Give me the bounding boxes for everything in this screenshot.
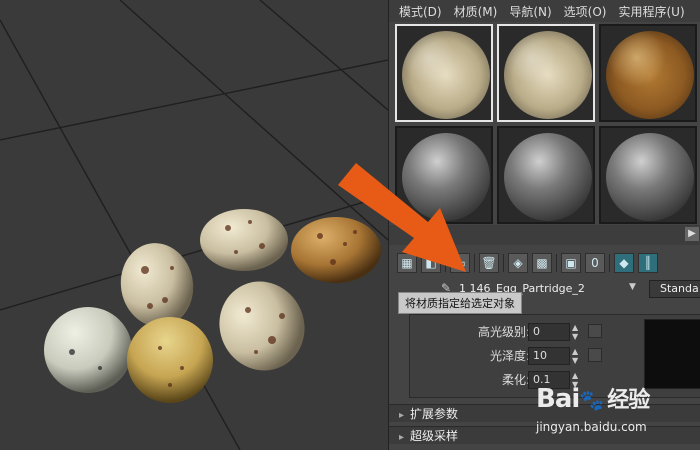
rollout-extended-label: 扩展参数 [410,407,459,421]
baidu-url: jingyan.baidu.com [536,420,647,434]
chevron-down-icon[interactable]: ▼ [629,282,636,292]
scroll-right-icon[interactable]: ▶ [685,227,699,241]
specular-highlight-preview [644,319,700,389]
highlight-level-row: 高光级别: 0 ▲ ▼ [410,323,602,341]
viewport-scene [0,0,388,450]
sample-slot-2[interactable] [497,24,595,122]
menu-options[interactable]: 选项(O) [560,1,611,22]
spinner-icon[interactable]: ▲ ▼ [572,347,582,365]
glossiness-input[interactable]: 10 [528,347,570,365]
sample-slot-6[interactable] [599,126,697,224]
show-end-result-icon[interactable]: ║ [638,253,658,273]
egg[interactable] [117,307,222,412]
material-id-icon[interactable]: 0 [585,253,605,273]
checker-icon[interactable]: ▩ [532,253,552,273]
highlight-level-label: 高光级别: [477,325,530,339]
material-sphere [606,133,694,221]
spinner-icon[interactable]: ▲ ▼ [572,323,582,341]
egg[interactable] [44,307,132,393]
get-material-icon[interactable]: ▦ [397,253,417,273]
egg[interactable] [291,217,381,283]
material-sphere [402,31,490,119]
soften-label: 柔化: [501,373,530,387]
stage: 模式(D) 材质(M) 导航(N) 选项(O) 实用程序(U) ▶ ▦ ◧ ▭ … [0,0,700,450]
put-to-scene-icon[interactable]: ◧ [421,253,441,273]
chevron-right-icon: ▸ [399,410,405,421]
delete-icon[interactable]: 🗑 [479,253,499,273]
baidu-logo: Bai🐾 经验 [536,384,650,414]
slot-scroll-row: ▶ [389,225,700,245]
map-button[interactable] [588,348,602,362]
make-unique-icon[interactable]: ◈ [508,253,528,273]
map-button[interactable] [588,324,602,338]
material-toolbar: ▦ ◧ ▭ 🗑 ◈ ▩ ▣ 0 ◆ ║ [389,248,700,278]
material-sphere [402,133,490,221]
sample-slot-4[interactable] [395,126,493,224]
toolbar-separator [609,254,610,272]
material-type-button[interactable]: Standa [649,280,700,298]
egg[interactable] [114,237,199,332]
glossiness-label: 光泽度: [489,349,530,363]
material-sphere [504,133,592,221]
material-sphere [504,31,592,119]
egg[interactable] [200,209,288,271]
egg[interactable] [205,267,319,384]
sample-slot-5[interactable] [497,126,595,224]
save-icon[interactable]: ▣ [561,253,581,273]
menu-utilities[interactable]: 实用程序(U) [614,1,688,22]
highlight-level-input[interactable]: 0 [528,323,570,341]
3d-viewport[interactable] [0,0,388,450]
menu-bar: 模式(D) 材质(M) 导航(N) 选项(O) 实用程序(U) [389,0,700,22]
chevron-right-icon: ▸ [399,432,405,443]
menu-material[interactable]: 材质(M) [450,1,502,22]
egg-group[interactable] [44,209,381,413]
show-in-viewport-icon[interactable]: ◆ [614,253,634,273]
toolbar-separator [503,254,504,272]
toolbar-separator [445,254,446,272]
rollout-supersampling-label: 超级采样 [410,429,459,443]
menu-navigation[interactable]: 导航(N) [505,1,555,22]
sample-slot-1[interactable] [395,24,493,122]
material-sample-slots [395,24,700,224]
assign-material-tooltip: 将材质指定给选定对象 [398,292,522,314]
material-sphere [606,31,694,119]
assign-material-icon[interactable]: ▭ [450,253,470,273]
glossiness-row: 光泽度: 10 ▲ ▼ [410,347,602,365]
menu-mode[interactable]: 模式(D) [395,1,446,22]
sample-slot-3[interactable] [599,24,697,122]
baidu-watermark: Bai🐾 经验 jingyan.baidu.com [536,382,700,450]
toolbar-separator [474,254,475,272]
toolbar-separator [556,254,557,272]
